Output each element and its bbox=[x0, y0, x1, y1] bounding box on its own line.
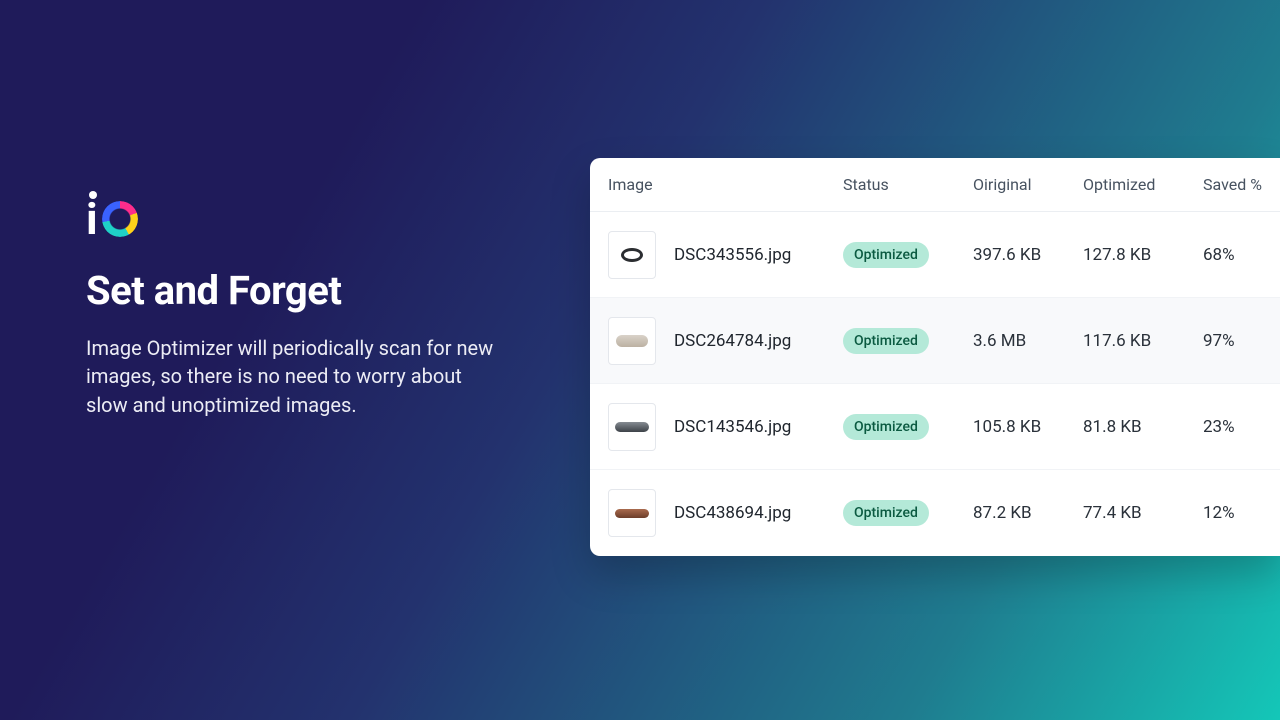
optimized-size: 127.8 KB bbox=[1083, 245, 1203, 265]
col-header-original: Oiriginal bbox=[973, 175, 1083, 194]
saved-percent: 97% bbox=[1203, 331, 1280, 351]
status-badge: Optimized bbox=[843, 500, 929, 526]
optimized-size: 81.8 KB bbox=[1083, 417, 1203, 437]
hero-copy: i Set and Forget Image Optimizer will pe… bbox=[86, 195, 516, 419]
col-header-image: Image bbox=[608, 175, 843, 194]
original-size: 105.8 KB bbox=[973, 417, 1083, 437]
thumbnail-icon bbox=[608, 231, 656, 279]
optimizer-results-panel: Image Status Oiriginal Optimized Saved %… bbox=[590, 158, 1280, 556]
table-row: DSC343556.jpg Optimized 397.6 KB 127.8 K… bbox=[590, 212, 1280, 298]
filename: DSC264784.jpg bbox=[674, 331, 791, 351]
table-row: DSC264784.jpg Optimized 3.6 MB 117.6 KB … bbox=[590, 298, 1280, 384]
hero-subtext: Image Optimizer will periodically scan f… bbox=[86, 334, 506, 419]
saved-percent: 68% bbox=[1203, 245, 1280, 265]
original-size: 397.6 KB bbox=[973, 245, 1083, 265]
col-header-saved: Saved % bbox=[1203, 175, 1280, 194]
thumbnail-icon bbox=[608, 317, 656, 365]
filename: DSC343556.jpg bbox=[674, 245, 791, 265]
optimized-size: 117.6 KB bbox=[1083, 331, 1203, 351]
thumbnail-icon bbox=[608, 489, 656, 537]
table-row: DSC143546.jpg Optimized 105.8 KB 81.8 KB… bbox=[590, 384, 1280, 470]
app-logo: i bbox=[86, 195, 146, 243]
status-badge: Optimized bbox=[843, 414, 929, 440]
table-header-row: Image Status Oiriginal Optimized Saved % bbox=[590, 158, 1280, 212]
saved-percent: 23% bbox=[1203, 417, 1280, 437]
hero-headline: Set and Forget bbox=[86, 267, 516, 314]
thumbnail-icon bbox=[608, 403, 656, 451]
promo-screen: i Set and Forget Image Optimizer will pe… bbox=[0, 0, 1280, 720]
original-size: 87.2 KB bbox=[973, 503, 1083, 523]
col-header-status: Status bbox=[843, 175, 973, 194]
filename: DSC143546.jpg bbox=[674, 417, 791, 437]
status-badge: Optimized bbox=[843, 328, 929, 354]
logo-ring-icon bbox=[102, 201, 138, 237]
original-size: 3.6 MB bbox=[973, 331, 1083, 351]
status-badge: Optimized bbox=[843, 242, 929, 268]
filename: DSC438694.jpg bbox=[674, 503, 791, 523]
saved-percent: 12% bbox=[1203, 503, 1280, 523]
optimized-size: 77.4 KB bbox=[1083, 503, 1203, 523]
table-row: DSC438694.jpg Optimized 87.2 KB 77.4 KB … bbox=[590, 470, 1280, 556]
col-header-optimized: Optimized bbox=[1083, 175, 1203, 194]
